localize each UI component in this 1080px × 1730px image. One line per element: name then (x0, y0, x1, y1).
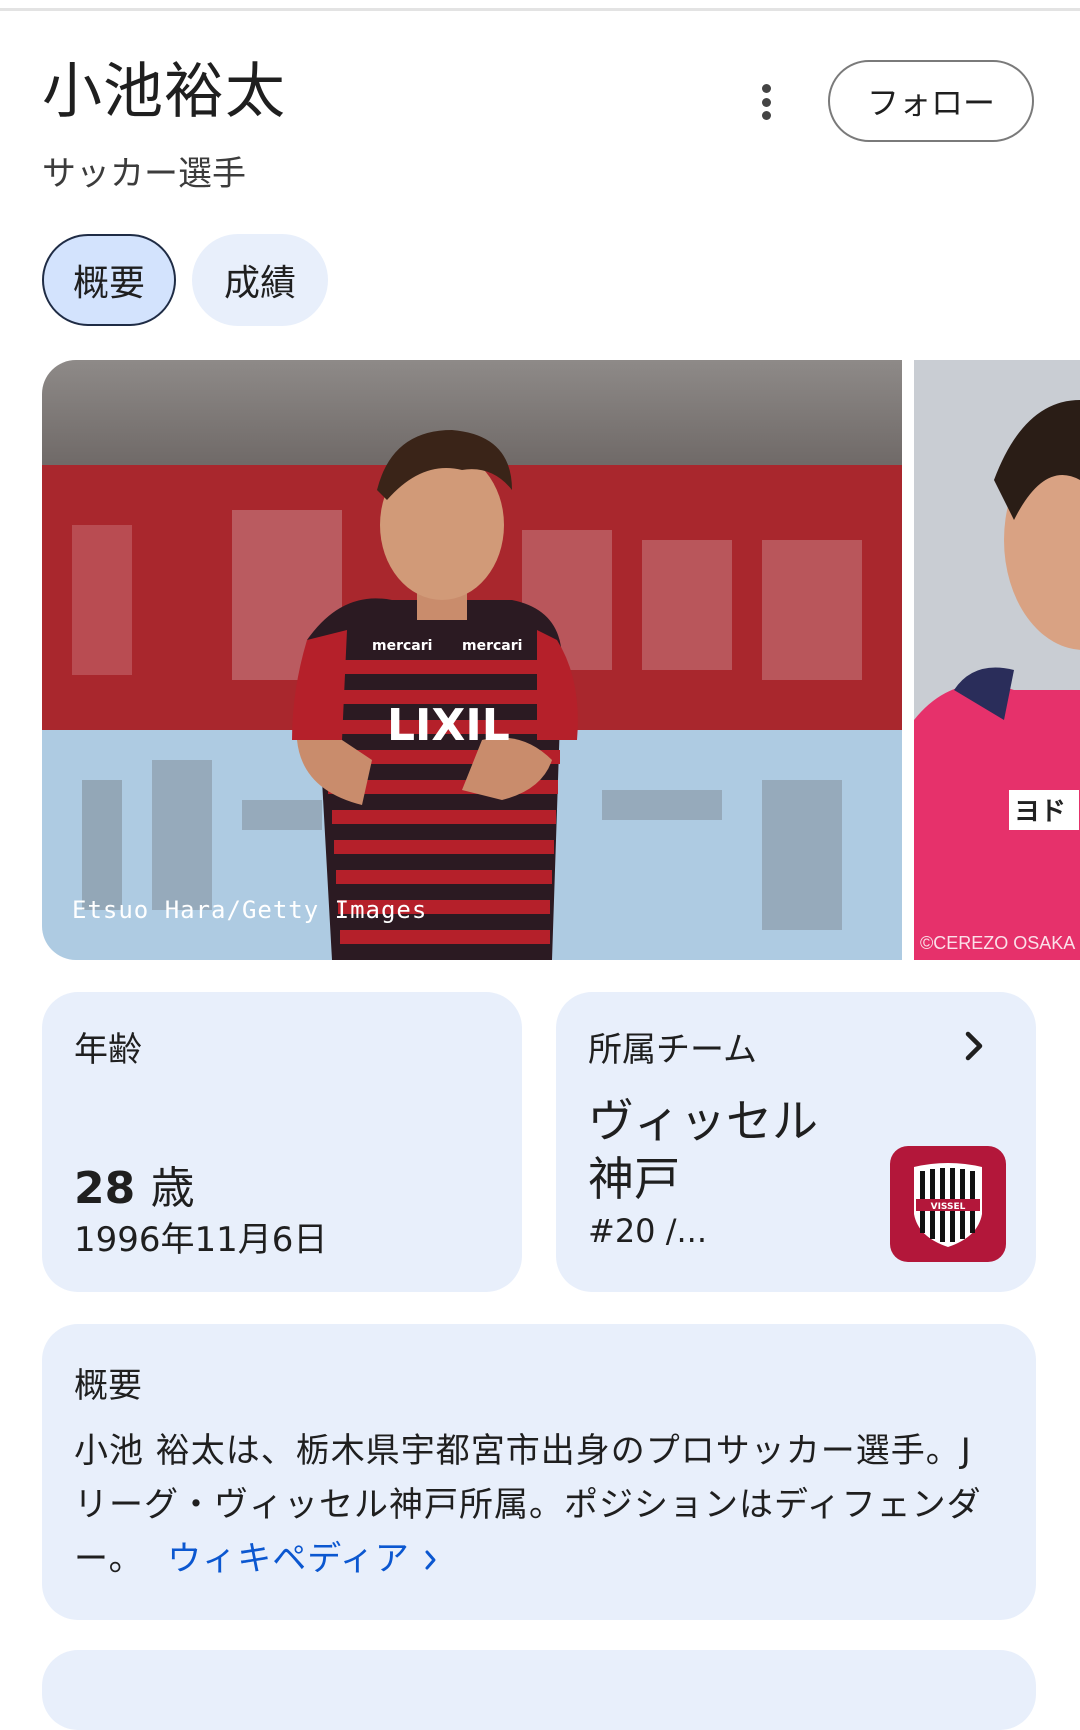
entity-title: 小池裕太 (42, 57, 286, 127)
birthdate: 1996年11月6日 (74, 1220, 328, 1260)
overview-label: 概要 (74, 1366, 142, 1406)
team-card[interactable]: 所属チーム ヴィッセル神戸 #20 /... VISSEL (556, 992, 1036, 1292)
more-vert-icon[interactable] (750, 78, 782, 126)
svg-text:LIXIL: LIXIL (387, 700, 510, 751)
player-photo-illustration: LIXIL mercari mercari (42, 360, 902, 960)
next-card-peek (42, 1650, 1036, 1730)
team-logo: VISSEL (890, 1146, 1006, 1262)
age-number: 28 (74, 1163, 136, 1214)
wikipedia-link[interactable]: ウィキペディア (167, 1539, 439, 1579)
follow-button[interactable]: フォロー (828, 60, 1034, 142)
team-name: ヴィッセル神戸 (588, 1094, 818, 1206)
overview-text-block: 小池 裕太は、栃木県宇都宮市出身のプロサッカー選手。Jリーグ・ヴィッセル神戸所属… (74, 1424, 1004, 1586)
player-photo-second[interactable]: ヨド ©CEREZO OSAKA (914, 360, 1080, 960)
dot (761, 84, 771, 93)
team-logo-text: VISSEL (931, 1202, 966, 1212)
dot (761, 111, 771, 120)
entity-subtitle: サッカー選手 (42, 154, 246, 194)
age-unit: 歳 (150, 1163, 195, 1214)
tab-stats[interactable]: 成績 (192, 234, 328, 326)
team-crest-icon: VISSEL (914, 1163, 982, 1247)
svg-text:ヨド: ヨド (1014, 797, 1066, 827)
player-photo-main[interactable]: LIXIL mercari mercari Etsuo Hara/Getty I… (42, 360, 902, 960)
tab-overview[interactable]: 概要 (42, 234, 176, 326)
age-card: 年齢 28 歳 1996年11月6日 (42, 992, 522, 1292)
overview-card: 概要 小池 裕太は、栃木県宇都宮市出身のプロサッカー選手。Jリーグ・ヴィッセル神… (42, 1324, 1036, 1620)
age-value: 28 歳 (74, 1152, 195, 1216)
wikipedia-link-label: ウィキペディア (167, 1539, 410, 1579)
age-label: 年齢 (74, 1030, 142, 1070)
team-label: 所属チーム (588, 1030, 757, 1070)
player-photo-illustration-2: ヨド (914, 360, 1080, 960)
svg-text:mercari: mercari (462, 638, 522, 654)
svg-text:mercari: mercari (372, 638, 432, 654)
photo-credit: Etsuo Hara/Getty Images (72, 896, 428, 924)
top-divider (0, 8, 1080, 11)
dot (761, 97, 771, 107)
team-number: #20 /... (588, 1212, 707, 1250)
chevron-right-icon (965, 1031, 983, 1061)
chevron-right-small-icon (425, 1550, 436, 1570)
photo-credit-second: ©CEREZO OSAKA (920, 933, 1076, 953)
